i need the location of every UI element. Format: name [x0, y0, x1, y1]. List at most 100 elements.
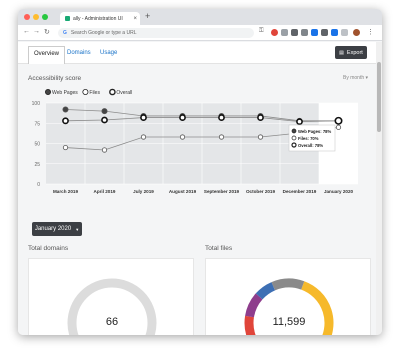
data-point — [101, 116, 108, 124]
page-content: Overview Domains Usage ▤ Export Accessib… — [18, 42, 376, 335]
x-tick-label: January 2020 — [324, 189, 354, 194]
legend-marker — [109, 88, 116, 96]
period-select[interactable]: By month ▾ — [343, 75, 368, 81]
data-point — [257, 134, 264, 140]
scrollbar-thumb[interactable] — [377, 62, 381, 132]
close-tab-icon[interactable]: × — [133, 16, 137, 22]
total-files-card: 11,599 — [205, 258, 371, 335]
accessibility-line-chart: Web Pages Files Overall 100 75 50 25 0 March 2… — [32, 88, 358, 194]
data-point — [296, 118, 303, 126]
x-tick-label: December 2019 — [283, 189, 317, 194]
data-point — [62, 117, 69, 125]
data-point — [257, 114, 264, 121]
legend-label: Web Pages — [52, 90, 78, 96]
total-files-title: Total files — [205, 245, 233, 252]
total-domains-card: 66 — [28, 258, 194, 335]
extension-icon[interactable] — [301, 29, 308, 36]
browser-tab[interactable]: ally - Administration UI × — [60, 12, 140, 25]
forward-icon[interactable]: → — [33, 28, 40, 35]
google-icon: G — [63, 30, 67, 36]
key-icon[interactable]: ⚿ — [259, 28, 264, 35]
y-tick-label: 75 — [34, 121, 40, 127]
tab-usage[interactable]: Usage — [96, 48, 121, 58]
extension-red-icon[interactable] — [271, 29, 278, 36]
donut-segment — [255, 282, 276, 300]
data-point — [140, 114, 147, 121]
reload-icon[interactable]: ↻ — [44, 28, 50, 36]
site-favicon-icon — [65, 16, 70, 21]
data-point — [334, 116, 343, 125]
address-placeholder: Search Google or type a URL — [70, 30, 137, 36]
browser-window: ally - Administration UI × + ← → ↻ G Sea… — [18, 9, 382, 335]
x-tick-label: July 2019 — [133, 189, 154, 194]
legend-marker — [82, 89, 89, 95]
accessibility-score-title: Accessibility score — [28, 75, 82, 82]
data-point — [179, 114, 186, 121]
donut-segment — [271, 278, 305, 291]
extension-blue-icon[interactable] — [311, 29, 318, 36]
y-tick-label: 50 — [34, 142, 40, 148]
extension-gray-icon[interactable] — [281, 29, 288, 36]
total-domains-value: 66 — [105, 316, 119, 328]
legend-label: Files — [89, 90, 100, 96]
donut-segment — [244, 315, 256, 335]
data-point — [140, 134, 147, 140]
tooltip-row: Web Pages: 78% — [298, 129, 331, 134]
x-tick-label: April 2019 — [94, 189, 116, 194]
period-select-label: By month — [343, 75, 365, 81]
extension-light-icon[interactable] — [341, 29, 348, 36]
new-tab-button[interactable]: + — [145, 11, 150, 21]
tooltip-row: Overall: 78% — [298, 143, 323, 148]
tab-title: ally - Administration UI — [73, 15, 123, 22]
tab-overview[interactable]: Overview — [28, 46, 66, 64]
tooltip-row: Files: 70% — [298, 136, 319, 141]
export-label: Export — [346, 49, 363, 56]
data-point — [101, 147, 108, 153]
maximize-window-button[interactable] — [42, 14, 48, 20]
chart-legend: Web Pages Files Overall — [44, 88, 132, 96]
date-filter-button[interactable]: January 2020 ▼ — [32, 222, 82, 236]
data-point — [218, 114, 225, 121]
extension-slate-icon[interactable] — [321, 29, 328, 36]
data-point — [335, 124, 342, 130]
address-bar[interactable]: G Search Google or type a URL — [58, 28, 254, 38]
y-tick-label: 0 — [37, 182, 40, 188]
page-scrollbar[interactable] — [376, 42, 382, 335]
chart-tooltip: Web Pages: 78% Files: 70% Overall: 78% — [288, 124, 336, 152]
minimize-window-button[interactable] — [33, 14, 39, 20]
data-point — [62, 106, 69, 113]
tab-bar: ally - Administration UI × + — [18, 9, 382, 25]
browser-toolbar: ← → ↻ G Search Google or type a URL ⚿ ⋮ — [18, 25, 382, 41]
tooltip-marker — [291, 135, 297, 141]
y-tick-label: 25 — [34, 162, 40, 168]
y-tick-label: 100 — [32, 101, 41, 107]
back-icon[interactable]: ← — [23, 28, 30, 35]
date-filter-label: January 2020 — [34, 226, 72, 232]
legend-marker — [44, 89, 51, 95]
export-button[interactable]: ▤ Export — [335, 46, 367, 59]
export-icon: ▤ — [339, 49, 344, 56]
more-menu-icon[interactable]: ⋮ — [367, 28, 374, 36]
legend-label: Overall — [116, 90, 132, 96]
data-point — [218, 134, 225, 140]
y-axis: 100 75 50 25 0 — [32, 101, 41, 188]
total-files-value: 11,599 — [272, 316, 306, 328]
data-point — [62, 144, 69, 151]
extension-dark-icon[interactable] — [291, 29, 298, 36]
profile-avatar[interactable] — [353, 29, 360, 36]
tooltip-marker — [291, 142, 297, 148]
total-domains-title: Total domains — [28, 245, 69, 252]
x-tick-label: October 2019 — [246, 189, 276, 194]
sub-navigation: Overview Domains Usage ▤ Export — [18, 42, 376, 64]
x-tick-label: March 2019 — [53, 189, 78, 194]
donut-segment — [245, 293, 263, 318]
x-tick-label: August 2019 — [169, 189, 197, 194]
tooltip-marker — [291, 128, 297, 134]
tab-domains[interactable]: Domains — [63, 48, 95, 58]
x-tick-label: September 2019 — [204, 189, 240, 194]
x-axis: March 2019 April 2019 July 2019 August 2019… — [53, 189, 354, 194]
close-window-button[interactable] — [24, 14, 30, 20]
extension-azure-icon[interactable] — [331, 29, 338, 36]
caret-down-icon: ▼ — [75, 226, 80, 232]
data-point — [179, 134, 186, 140]
